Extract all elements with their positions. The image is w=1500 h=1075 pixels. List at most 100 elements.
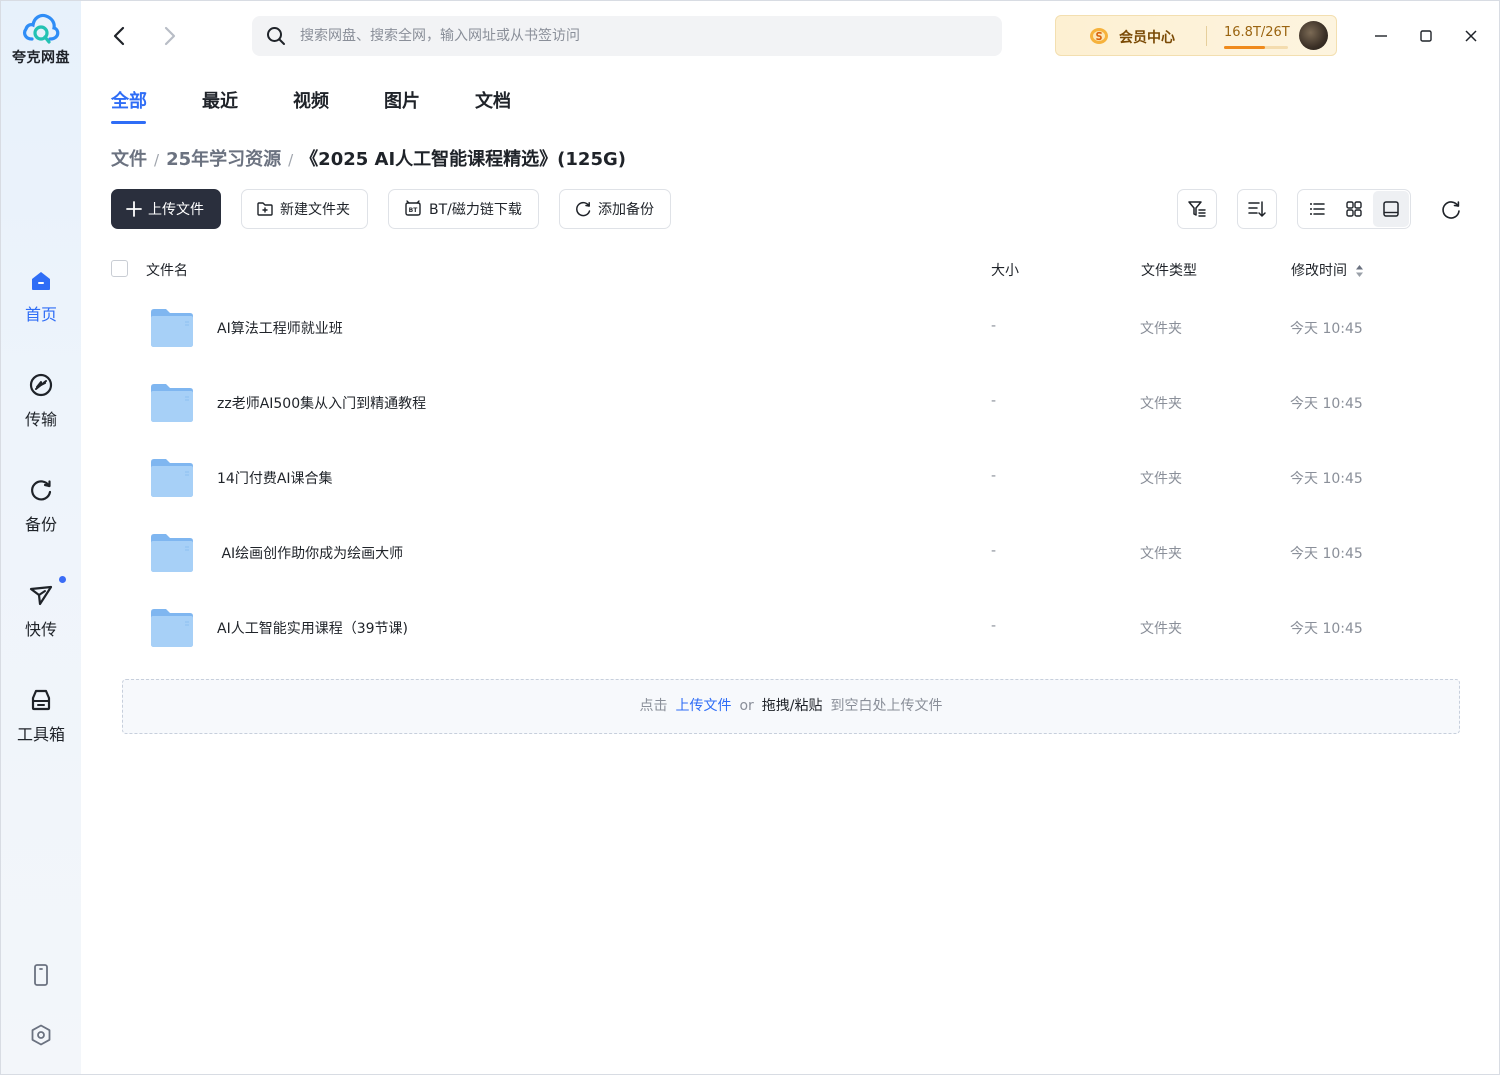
file-size: -: [991, 393, 997, 409]
new-folder-button[interactable]: 新建文件夹: [241, 189, 368, 229]
column-header-name[interactable]: 文件名: [146, 260, 188, 280]
cloud-logo-icon: [23, 13, 60, 44]
table-row[interactable]: AI人工智能实用课程（39节课) - 文件夹 今天 10:45: [111, 594, 1461, 669]
app-logo[interactable]: 夸克网盘: [1, 11, 81, 67]
sidebar-item-toolbox[interactable]: 工具箱: [1, 687, 81, 745]
column-header-modified-label: 修改时间: [1291, 263, 1347, 279]
file-name: AI绘画创作助你成为绘画大师: [217, 546, 404, 562]
filter-button[interactable]: [1177, 189, 1217, 229]
sidebar-item-transfer[interactable]: 传输: [1, 372, 81, 430]
bt-download-label: BT/磁力链下载: [429, 202, 522, 218]
list-view-icon: [1310, 203, 1325, 215]
upload-drop-zone[interactable]: 点击 上传文件 or 拖拽/粘贴 到空白处上传文件: [122, 679, 1460, 734]
preview-view-icon: [1383, 201, 1399, 217]
tab-label: 最近: [202, 91, 238, 112]
drop-zone-drag-text: 拖拽/粘贴: [761, 698, 823, 714]
add-backup-button[interactable]: 添加备份: [559, 189, 671, 229]
tab-all[interactable]: 全部: [111, 87, 147, 124]
tab-image[interactable]: 图片: [384, 87, 420, 113]
folder-icon: [151, 459, 193, 497]
tab-label: 图片: [384, 91, 420, 112]
grid-view-button[interactable]: [1336, 191, 1372, 227]
file-type: 文件夹: [1140, 546, 1182, 562]
transfer-icon: [29, 373, 53, 397]
upload-button-label: 上传文件: [148, 202, 204, 218]
mobile-button[interactable]: [1, 963, 81, 987]
file-modified: 今天 10:45: [1290, 471, 1363, 487]
search-bar[interactable]: [252, 16, 1002, 56]
sidebar: 夸克网盘 首页 传输 备份 快传 工具箱: [1, 1, 81, 1074]
forward-button[interactable]: [156, 23, 182, 49]
preview-view-button[interactable]: [1373, 191, 1409, 227]
sidebar-item-label: 快传: [24, 620, 57, 639]
column-header-type[interactable]: 文件类型: [1141, 260, 1197, 280]
table-row[interactable]: zz老师AI500集从入门到精通教程 - 文件夹 今天 10:45: [111, 369, 1461, 444]
app-window: 夸克网盘 首页 传输 备份 快传 工具箱 搜索网盘、搜索全网，输入网址或从书签访…: [0, 0, 1500, 1075]
search-input[interactable]: [300, 16, 990, 56]
table-row[interactable]: 14门付费AI课合集 - 文件夹 今天 10:45: [111, 444, 1461, 519]
column-header-modified[interactable]: 修改时间: [1291, 260, 1364, 280]
breadcrumb-item-files[interactable]: 文件: [111, 149, 147, 170]
settings-icon: [31, 1024, 51, 1046]
user-avatar[interactable]: [1299, 21, 1328, 50]
drop-zone-upload-link[interactable]: 上传文件: [675, 698, 731, 714]
file-name: 14门付费AI课合集: [217, 471, 333, 487]
breadcrumb-item-current: 《2025 AI人工智能课程精选》(125G): [300, 149, 626, 170]
add-backup-label: 添加备份: [598, 202, 654, 218]
divider: [1206, 26, 1207, 46]
file-type: 文件夹: [1140, 321, 1182, 337]
folder-icon: [151, 534, 193, 572]
vip-center-label: 会员中心: [1119, 30, 1175, 46]
app-name: 夸克网盘: [12, 50, 70, 66]
bt-download-button[interactable]: BT BT/磁力链下载: [388, 189, 539, 229]
folder-icon: [151, 309, 193, 347]
vip-center-button[interactable]: 会员中心 16.8T/26T: [1055, 15, 1337, 56]
sidebar-item-label: 传输: [24, 410, 57, 429]
sort-toggle-icon: [1356, 265, 1364, 277]
sidebar-item-label: 备份: [24, 515, 57, 534]
breadcrumb-item-folder[interactable]: 25年学习资源: [166, 149, 281, 170]
close-icon: [1465, 30, 1477, 42]
notification-dot: [59, 576, 66, 583]
bt-icon-glyph: BT: [409, 207, 419, 214]
column-header-size[interactable]: 大小: [991, 260, 1019, 280]
file-size: -: [991, 468, 997, 484]
file-modified: 今天 10:45: [1290, 396, 1363, 412]
table-row[interactable]: AI算法工程师就业班 - 文件夹 今天 10:45: [111, 294, 1461, 369]
refresh-button[interactable]: [1431, 189, 1471, 229]
table-header: 文件名 大小 文件类型 修改时间: [111, 256, 1461, 282]
backup-icon: [31, 480, 52, 501]
maximize-button[interactable]: [1415, 25, 1437, 47]
sort-button[interactable]: [1237, 189, 1277, 229]
tab-video[interactable]: 视频: [293, 87, 329, 113]
file-size: -: [991, 318, 997, 334]
filter-icon: [1188, 201, 1206, 217]
tab-document[interactable]: 文档: [475, 87, 511, 113]
upload-button[interactable]: 上传文件: [111, 189, 221, 229]
back-button[interactable]: [107, 23, 133, 49]
file-type: 文件夹: [1140, 396, 1182, 412]
close-button[interactable]: [1460, 25, 1482, 47]
tab-recent[interactable]: 最近: [202, 87, 238, 113]
sidebar-item-backup[interactable]: 备份: [1, 477, 81, 535]
file-modified: 今天 10:45: [1290, 321, 1363, 337]
breadcrumb: 文件 / 25年学习资源 / 《2025 AI人工智能课程精选》(125G): [111, 145, 626, 171]
grid-view-icon: [1346, 201, 1362, 217]
new-folder-label: 新建文件夹: [280, 202, 350, 218]
active-tab-indicator: [111, 121, 146, 124]
sidebar-item-label: 工具箱: [16, 725, 65, 744]
settings-button[interactable]: [1, 1023, 81, 1047]
folder-icon: [151, 384, 193, 422]
drop-zone-suffix: 到空白处上传文件: [830, 698, 943, 714]
sidebar-item-home[interactable]: 首页: [1, 267, 81, 325]
view-mode-toggle: [1297, 189, 1411, 229]
sidebar-item-quick-send[interactable]: 快传: [1, 576, 81, 640]
bt-icon: BT: [405, 200, 421, 216]
list-view-button[interactable]: [1299, 191, 1335, 227]
search-icon: [267, 27, 285, 45]
select-all-checkbox[interactable]: [111, 260, 128, 277]
table-row[interactable]: AI绘画创作助你成为绘画大师 - 文件夹 今天 10:45: [111, 519, 1461, 594]
minimize-button[interactable]: [1370, 25, 1392, 47]
maximize-icon: [1420, 30, 1432, 42]
new-folder-icon: [257, 202, 273, 216]
